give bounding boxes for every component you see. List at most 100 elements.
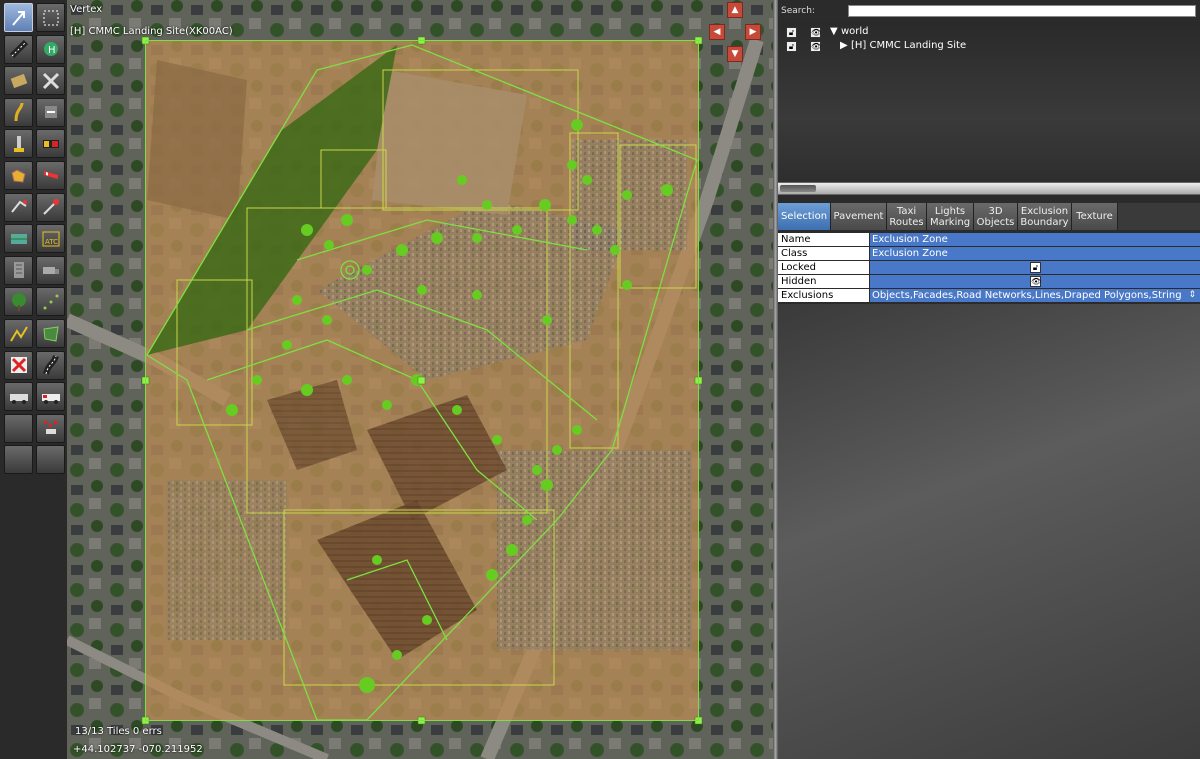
taxiline-icon — [14, 103, 23, 122]
exclusion-tool-button[interactable] — [4, 350, 33, 380]
runway-tool-button[interactable] — [4, 34, 33, 64]
tree-item-label: world — [841, 26, 869, 37]
sign-icon — [42, 139, 59, 148]
road-icon — [42, 355, 59, 375]
tree-icon — [11, 292, 26, 311]
building-tool-button[interactable] — [4, 255, 33, 285]
empty-tool-icon — [40, 449, 62, 471]
facade-icon — [10, 233, 27, 244]
panel-empty-area — [778, 304, 1200, 759]
exclusion-icon — [10, 357, 27, 374]
tree-tool-button[interactable] — [4, 287, 33, 317]
empty-tool-icon — [8, 417, 30, 439]
tab-texture[interactable]: Texture — [1072, 203, 1118, 230]
pan-left-icon[interactable]: ◀ — [709, 24, 725, 40]
line-tool-button[interactable] — [4, 319, 33, 348]
tree-item-label: [H] CMMC Landing Site — [851, 40, 967, 51]
hierarchy-tree: 🔓︎ 👁︎ ▼ world 🔓︎ 👁︎ ▶ [H] CMMC Landing S… — [778, 22, 1200, 182]
lock-icon[interactable]: 🔓︎ — [1030, 262, 1041, 273]
windsock-icon — [43, 170, 58, 179]
point-line-tool-button[interactable] — [36, 287, 65, 317]
tree-expander[interactable]: ▼ — [830, 26, 838, 37]
facade-tool-button[interactable] — [4, 224, 33, 254]
empty-tool-tool-button[interactable] — [4, 413, 33, 443]
splitter-grip-icon[interactable] — [780, 185, 816, 192]
property-value[interactable]: Exclusion Zone — [870, 233, 1200, 246]
eye-icon[interactable]: 👁︎ — [810, 27, 821, 38]
marquee-tool-button[interactable] — [36, 3, 65, 32]
tool-palette: H ATC — [0, 0, 68, 759]
ground-vehicle-icon — [9, 393, 28, 404]
tree-expander[interactable]: ▶ — [840, 40, 848, 51]
helipad-tool-button[interactable]: H — [36, 34, 65, 64]
tab-taxi-routes[interactable]: Taxi Routes — [887, 203, 927, 230]
eye-icon[interactable]: 👁︎ — [1030, 276, 1041, 287]
road-tool-button[interactable] — [36, 350, 65, 380]
map-view[interactable]: Vertex [H] CMMC Landing Site(XK00AC) 13/… — [67, 0, 773, 759]
tab-lights-marking[interactable]: Lights Marking — [927, 203, 974, 230]
flag-tool-button[interactable] — [36, 413, 65, 443]
polygon-icon — [42, 325, 59, 342]
arrow-select-icon — [11, 10, 25, 26]
ramp-start-tool-button[interactable] — [36, 97, 65, 127]
search-input[interactable] — [848, 5, 1196, 17]
atc-tool-button[interactable]: ATC — [36, 224, 65, 254]
tab-pavement[interactable]: Pavement — [831, 203, 887, 230]
property-row-name[interactable]: Name Exclusion Zone — [778, 233, 1200, 247]
ground-vehicle-tool-button[interactable] — [4, 382, 33, 412]
pan-down-icon[interactable]: ▼ — [727, 46, 743, 62]
lock-icon[interactable]: 🔓︎ — [786, 27, 797, 38]
panel-splitter[interactable] — [778, 182, 1200, 195]
property-value[interactable]: Exclusion Zone — [870, 247, 1200, 260]
sealane-tool-button[interactable] — [4, 66, 33, 96]
aerial-imagery — [67, 0, 773, 759]
windsock-tool-button[interactable] — [36, 161, 65, 190]
tree-item-landing-site[interactable]: 🔓︎ 👁︎ ▶ [H] CMMC Landing Site — [778, 40, 1200, 53]
lock-icon[interactable]: 🔓︎ — [786, 41, 797, 52]
empty-tool-tool-button[interactable] — [4, 445, 33, 475]
property-name: Hidden — [778, 275, 869, 288]
property-row-exclusions[interactable]: Exclusions Objects,Facades,Road Networks,… — [778, 289, 1200, 303]
tab-3d-objects[interactable]: 3D Objects — [974, 203, 1018, 230]
tower-viewpoint-tool-button[interactable] — [4, 192, 33, 222]
boundary-icon — [10, 168, 26, 183]
boundary-tool-button[interactable] — [4, 161, 33, 190]
property-row-locked[interactable]: Locked 🔓︎ — [778, 261, 1200, 275]
truck-icon — [42, 267, 59, 275]
pan-right-icon[interactable]: ▶ — [745, 24, 761, 40]
property-name: Class — [778, 247, 869, 260]
tree-item-world[interactable]: 🔓︎ 👁︎ ▼ world — [778, 26, 1200, 39]
tab-selection[interactable]: Selection — [778, 203, 831, 230]
pan-up-icon[interactable]: ▲ — [727, 2, 743, 18]
svg-text:H: H — [48, 45, 56, 56]
status-coordinates: +44.102737 -070.211952 — [73, 744, 203, 755]
property-name: Name — [778, 233, 869, 246]
sign-tool-button[interactable] — [36, 129, 65, 159]
light-fixture-tool-button[interactable] — [4, 129, 33, 159]
property-row-hidden[interactable]: Hidden 👁︎ — [778, 275, 1200, 289]
taxiway-icon — [42, 72, 59, 89]
empty-tool-tool-button[interactable] — [36, 445, 65, 475]
search-bar: Search: — [778, 4, 1200, 20]
light-fixture-icon — [13, 135, 24, 152]
truck-tool-button[interactable] — [36, 255, 65, 285]
fuel-truck-icon — [41, 393, 60, 404]
tab-exclusion-boundary[interactable]: Exclusion Boundary — [1018, 203, 1072, 230]
dropdown-arrow-icon[interactable]: ⇕ — [1188, 289, 1196, 302]
status-tiles: 13/13 Tiles 0 errs — [75, 726, 162, 737]
eye-icon[interactable]: 👁︎ — [810, 41, 821, 52]
beacon-tool-button[interactable] — [36, 192, 65, 222]
property-value[interactable]: Objects,Facades,Road Networks,Lines,Drap… — [870, 289, 1200, 302]
selection-label: [H] CMMC Landing Site(XK00AC) — [70, 26, 233, 37]
fuel-truck-tool-button[interactable] — [36, 382, 65, 412]
taxiline-tool-button[interactable] — [4, 97, 33, 127]
polygon-tool-button[interactable] — [36, 319, 65, 348]
taxiway-tool-button[interactable] — [36, 66, 65, 96]
empty-tool-icon — [8, 449, 30, 471]
runway-icon — [9, 39, 28, 59]
beacon-icon — [42, 199, 59, 215]
property-row-class[interactable]: Class Exclusion Zone — [778, 247, 1200, 261]
current-tool-label: Vertex — [70, 4, 103, 15]
arrow-select-tool-button[interactable] — [4, 3, 33, 32]
property-name: Locked — [778, 261, 869, 274]
